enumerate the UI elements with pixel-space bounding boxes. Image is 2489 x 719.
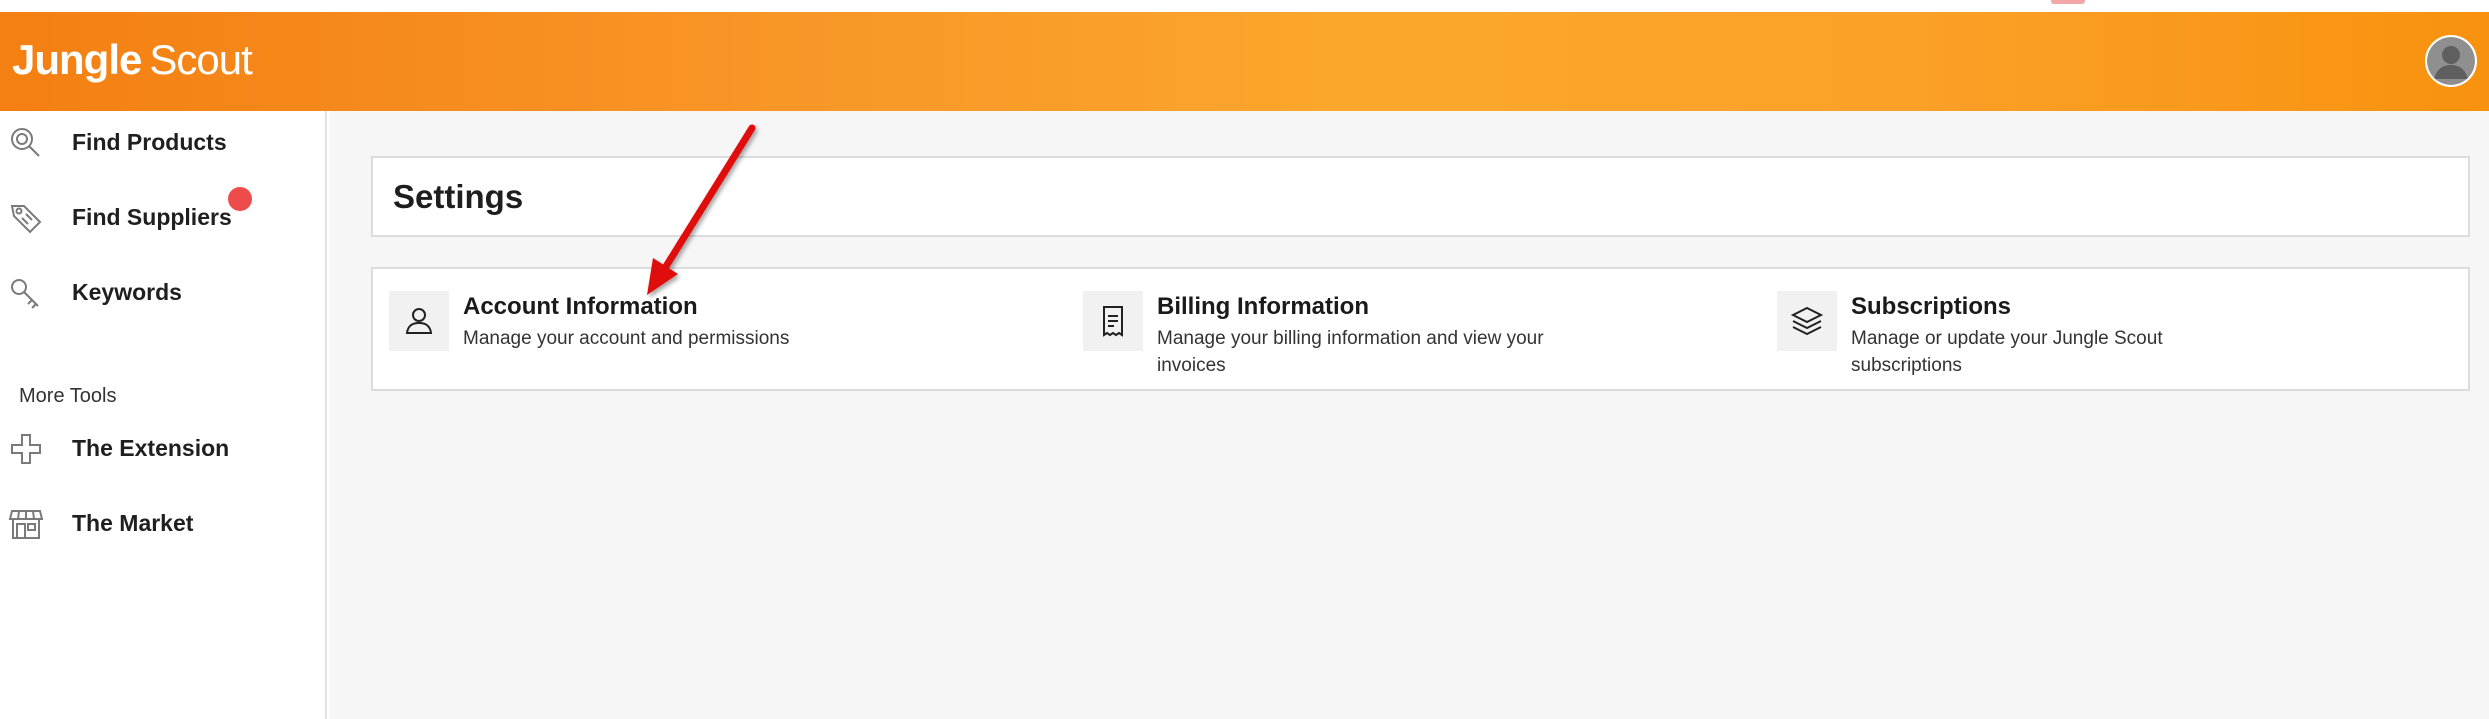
logo-word-jungle: Jungle bbox=[12, 36, 142, 83]
sidebar-item-find-products[interactable]: Find Products bbox=[0, 111, 325, 171]
search-icon bbox=[8, 125, 44, 161]
sidebar-item-the-market[interactable]: The Market bbox=[0, 492, 325, 552]
more-tools-heading: More Tools bbox=[19, 385, 117, 407]
sidebar-item-label: The Extension bbox=[72, 435, 230, 461]
subscriptions-option[interactable]: Subscriptions Manage or update your Jung… bbox=[1761, 269, 2451, 389]
user-icon bbox=[389, 291, 449, 351]
tag-icon bbox=[8, 200, 44, 236]
sidebar-item-label: Find Suppliers bbox=[72, 204, 232, 230]
key-icon bbox=[8, 275, 44, 311]
account-information-option[interactable]: Account Information Manage your account … bbox=[373, 269, 1067, 389]
option-title: Billing Information bbox=[1157, 293, 1369, 320]
billing-information-option[interactable]: Billing Information Manage your billing … bbox=[1067, 269, 1761, 389]
option-title: Subscriptions bbox=[1851, 293, 2012, 320]
option-description: Manage your billing information and view… bbox=[1157, 328, 1544, 376]
layers-icon bbox=[1777, 291, 1837, 351]
option-title: Account Information bbox=[463, 293, 698, 320]
top-header: Jungle Scout bbox=[0, 12, 2489, 111]
logo-word-scout: Scout bbox=[149, 36, 252, 83]
sidebar-item-label: Find Products bbox=[72, 129, 227, 155]
sidebar-item-the-extension[interactable]: The Extension bbox=[0, 417, 325, 477]
browser-top-strip bbox=[0, 0, 2489, 12]
main-content: Settings Account Information Manage your… bbox=[329, 111, 2489, 719]
settings-options-card: Account Information Manage your account … bbox=[371, 267, 2470, 391]
sidebar-item-find-suppliers[interactable]: Find Suppliers bbox=[0, 186, 325, 246]
notification-badge bbox=[228, 187, 252, 211]
sidebar: Find Products Find Suppliers Keywords Mo… bbox=[0, 111, 327, 719]
puzzle-icon bbox=[8, 431, 44, 467]
sidebar-item-label: Keywords bbox=[72, 279, 182, 305]
option-description: Manage your account and permissions bbox=[463, 328, 790, 349]
page-title: Settings bbox=[393, 178, 524, 215]
user-avatar-icon[interactable] bbox=[2425, 35, 2477, 87]
store-icon bbox=[8, 506, 44, 542]
sidebar-item-keywords[interactable]: Keywords bbox=[0, 261, 325, 321]
browser-tab-marker bbox=[2051, 0, 2085, 4]
settings-header-card: Settings bbox=[371, 156, 2470, 237]
receipt-icon bbox=[1083, 291, 1143, 351]
jungle-scout-logo[interactable]: Jungle Scout bbox=[12, 36, 253, 86]
sidebar-item-label: The Market bbox=[72, 510, 194, 536]
option-description: Manage or update your Jungle Scout subsc… bbox=[1851, 328, 2163, 376]
